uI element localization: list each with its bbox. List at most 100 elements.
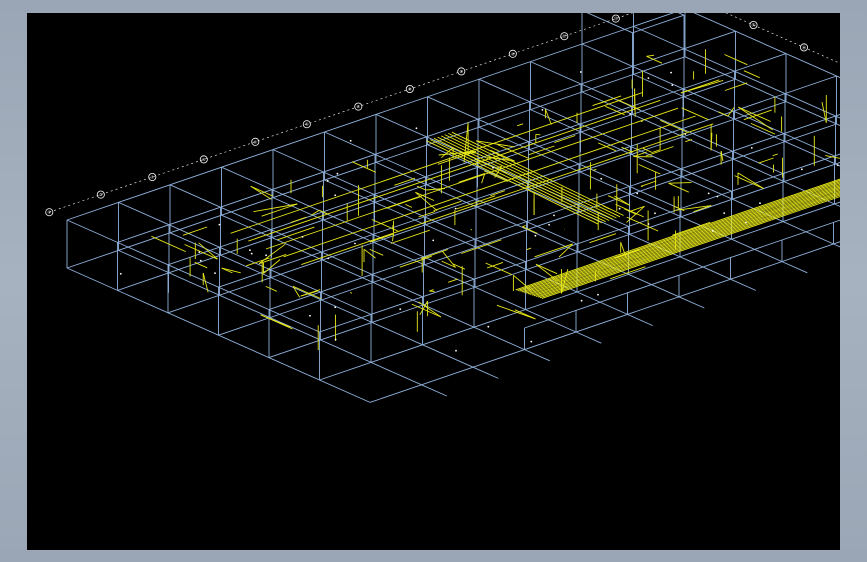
pipe-segment — [458, 172, 485, 183]
annotation-dot — [597, 293, 599, 296]
annotation-dot — [541, 109, 544, 111]
grid-line — [677, 13, 685, 16]
axis-bubble-right: Ⓑ — [749, 20, 758, 29]
axis-bubble-label: ⑨ — [460, 69, 464, 74]
annotation-dot — [801, 168, 803, 171]
pipe-segment — [758, 157, 774, 164]
axis-bubble-label: ④ — [202, 157, 206, 162]
pipe-segment — [350, 292, 353, 294]
axis-bubble-top: ⑦ — [354, 102, 363, 111]
annotation-dot — [723, 212, 726, 215]
annotation-dot — [334, 306, 337, 309]
axis-bubble-top: ④ — [199, 155, 208, 164]
pipe-segment — [391, 233, 395, 242]
pipe-network — [151, 49, 840, 351]
annotation-dot — [399, 308, 402, 310]
annotation-dot — [309, 314, 311, 317]
annotation-dot — [579, 71, 582, 73]
pipe-segment — [668, 182, 689, 193]
annotation-dot — [836, 164, 839, 167]
axis-bubble-label: Ⓑ — [752, 22, 756, 28]
pipe-segment — [283, 115, 696, 258]
axis-bubble-label: Ⓒ — [802, 44, 806, 50]
pipe-segment — [448, 278, 458, 283]
annotation-dot — [249, 249, 251, 252]
pipe-segment — [634, 88, 636, 117]
pipe-segment — [668, 182, 692, 184]
pipe-segment — [737, 172, 764, 189]
annotation-dot — [636, 192, 639, 195]
axis-bubble-top: ③ — [148, 172, 157, 181]
axis-bubble-label: ③ — [151, 175, 155, 180]
axis-bubble-top: ⑩ — [508, 49, 517, 58]
pipe-segment — [421, 249, 448, 260]
axis-bubble-top: ② — [96, 190, 105, 199]
pipe-segment — [437, 136, 610, 221]
annotation-dot — [745, 221, 747, 224]
annotation-dot — [119, 272, 122, 275]
grid-line — [369, 241, 840, 403]
pipe-segment — [415, 191, 435, 201]
annotation-dot — [707, 192, 710, 195]
annotation-dot — [326, 179, 329, 182]
pipe-segment — [258, 253, 287, 265]
structural-grid — [66, 13, 840, 403]
axis-bubbles: ①②③④⑤⑥⑦⑧⑨⑩⑪⑫⑬ⒶⒷⒸⒹⒺⒻⒼ — [45, 14, 809, 217]
pipe-segment — [640, 120, 643, 123]
annotation-dot — [250, 252, 253, 255]
dimension-line — [49, 13, 634, 213]
annotation-dot — [327, 257, 330, 260]
annotation-dot — [354, 242, 356, 245]
pipe-segment — [516, 123, 524, 127]
grid-line — [633, 25, 840, 119]
pipe-segment — [534, 243, 573, 258]
annotation-dot — [334, 338, 337, 341]
cad-viewport[interactable]: ①②③④⑤⑥⑦⑧⑨⑩⑪⑫⑬ⒶⒷⒸⒹⒺⒻⒼ — [27, 13, 840, 550]
pipe-segment — [537, 193, 840, 298]
annotation-dot — [654, 212, 656, 215]
axis-bubble-label: ⑩ — [511, 51, 515, 56]
pipe-segment — [738, 106, 773, 131]
annotation-dot — [716, 195, 719, 198]
axis-bubble-top: ⑫ — [611, 14, 620, 23]
annotation-dot — [214, 272, 216, 274]
pipe-segment — [475, 158, 507, 174]
axis-bubble-top: ⑨ — [457, 67, 466, 76]
annotation-dot — [487, 325, 490, 328]
annotation-dot — [671, 84, 674, 86]
annotation-dot — [647, 223, 650, 225]
annotation-dot — [334, 194, 337, 197]
annotation-dot — [432, 239, 435, 242]
annotation-dot — [548, 223, 550, 226]
pipe-segment — [626, 216, 659, 232]
annotation-dots — [119, 71, 839, 352]
annotation-dot — [750, 147, 753, 149]
axis-bubble-label: ⑫ — [614, 15, 618, 21]
axis-bubble-label: ① — [48, 210, 52, 215]
axis-bubble-top: ⑪ — [560, 32, 569, 41]
grid-line — [421, 384, 447, 397]
pipe-segment — [592, 168, 597, 171]
grid-line — [586, 13, 633, 34]
annotation-dot — [759, 202, 761, 205]
annotation-dot — [600, 177, 603, 180]
pipe-segment — [253, 203, 298, 213]
axis-bubble-right: Ⓒ — [800, 43, 809, 52]
pipe-segment — [825, 155, 840, 159]
grid-line — [730, 278, 756, 291]
grid-line — [678, 296, 705, 309]
annotation-dot — [492, 166, 494, 169]
pipe-segment — [605, 105, 625, 116]
pipe-segment — [554, 135, 576, 144]
pipe-segment — [182, 226, 208, 236]
pipe-segment — [194, 261, 208, 269]
grid-line — [118, 201, 372, 315]
annotation-dot — [349, 139, 352, 142]
pipe-segment — [369, 248, 384, 256]
axis-bubble-label: ⑦ — [357, 104, 361, 109]
pipe-segment — [526, 247, 532, 251]
pipe-segment — [724, 82, 748, 91]
annotation-dot — [265, 254, 267, 257]
annotation-dot — [301, 236, 304, 238]
grid-line — [524, 349, 550, 362]
